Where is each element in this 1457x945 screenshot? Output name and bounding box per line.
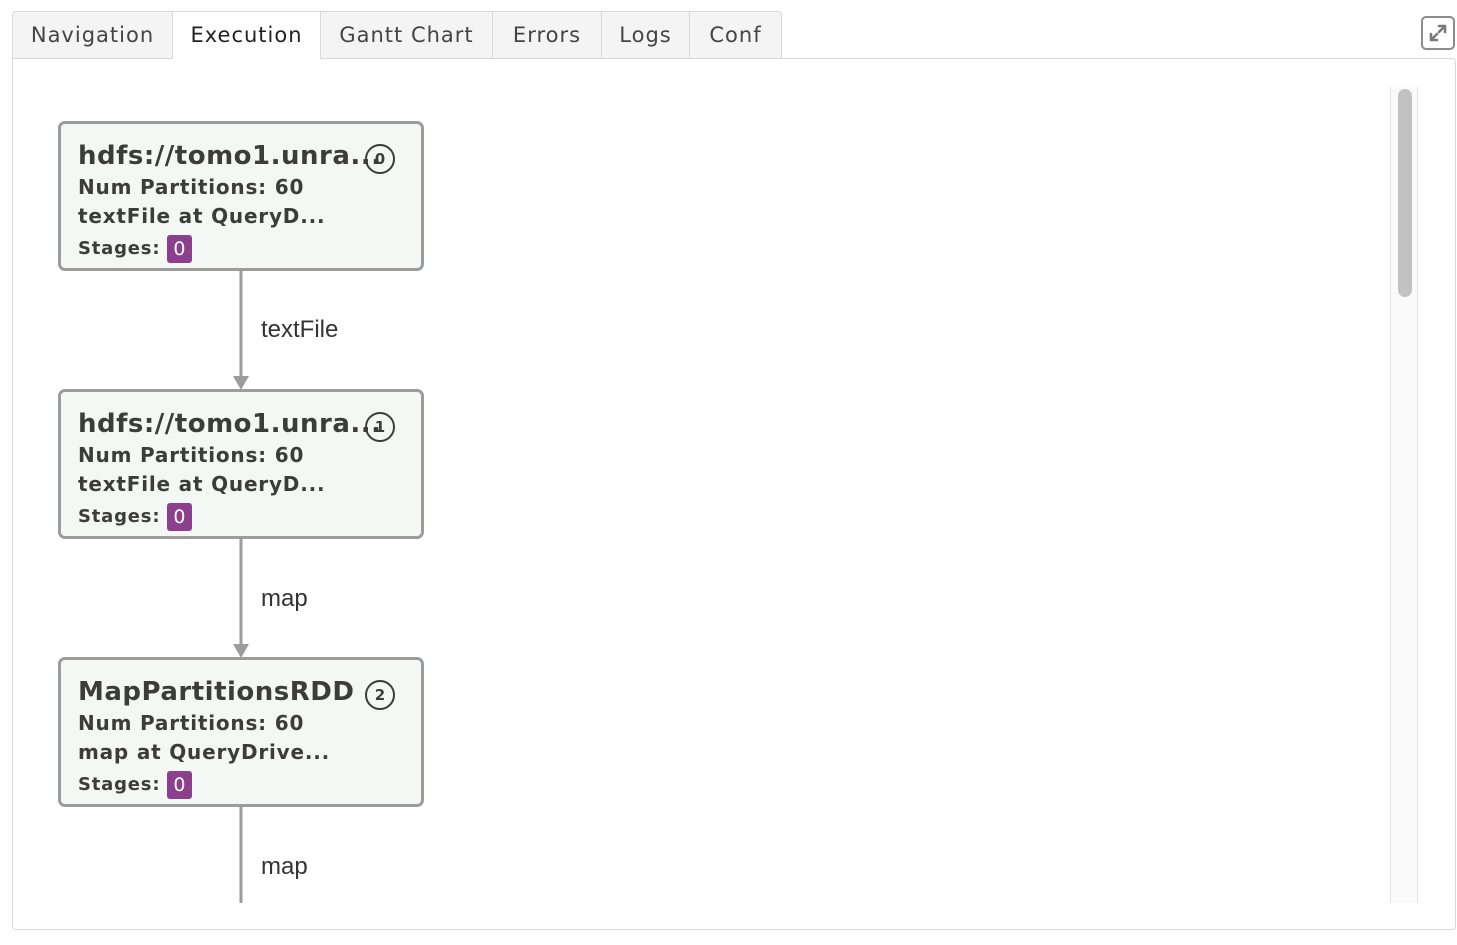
stages-label: Stages: [78, 774, 161, 795]
stage-badge[interactable]: 0 [167, 235, 193, 263]
rdd-partitions: Num Partitions: 60 [78, 443, 305, 467]
edge-arrow-1-2 [233, 644, 249, 658]
rdd-index-badge: 2 [365, 680, 395, 710]
stage-badge[interactable]: 0 [167, 771, 193, 799]
rdd-index-badge: 0 [365, 144, 395, 174]
rdd-node[interactable]: hdfs://tomo1.unra... Num Partitions: 60 … [58, 389, 424, 539]
rdd-stages: Stages: 0 [78, 771, 404, 799]
rdd-graph: textFile map map hdfs://tomo1.unra... Nu… [0, 0, 1457, 903]
rdd-node[interactable]: hdfs://tomo1.unra... Num Partitions: 60 … [58, 121, 424, 271]
rdd-operation: textFile at QueryD... [78, 204, 326, 228]
rdd-name: hdfs://tomo1.unra... [78, 141, 382, 171]
edge-label-map: map [261, 585, 308, 612]
rdd-index-badge: 1 [365, 412, 395, 442]
stages-label: Stages: [78, 506, 161, 527]
edge-label-textfile: textFile [261, 316, 339, 343]
rdd-name: hdfs://tomo1.unra... [78, 409, 382, 439]
rdd-stages: Stages: 0 [78, 235, 404, 263]
rdd-node[interactable]: MapPartitionsRDD Num Partitions: 60 map … [58, 657, 424, 807]
rdd-stages: Stages: 0 [78, 503, 404, 531]
stage-badge[interactable]: 0 [167, 503, 193, 531]
rdd-name: MapPartitionsRDD [78, 677, 355, 707]
rdd-partitions: Num Partitions: 60 [78, 175, 305, 199]
vertical-scrollbar[interactable] [1390, 87, 1418, 903]
rdd-partitions: Num Partitions: 60 [78, 711, 305, 735]
rdd-operation: textFile at QueryD... [78, 472, 326, 496]
edge-arrow-0-1 [233, 376, 249, 390]
stages-label: Stages: [78, 238, 161, 259]
scrollbar-thumb[interactable] [1398, 89, 1412, 297]
rdd-operation: map at QueryDrive... [78, 740, 331, 764]
edge-label-map: map [261, 853, 308, 880]
